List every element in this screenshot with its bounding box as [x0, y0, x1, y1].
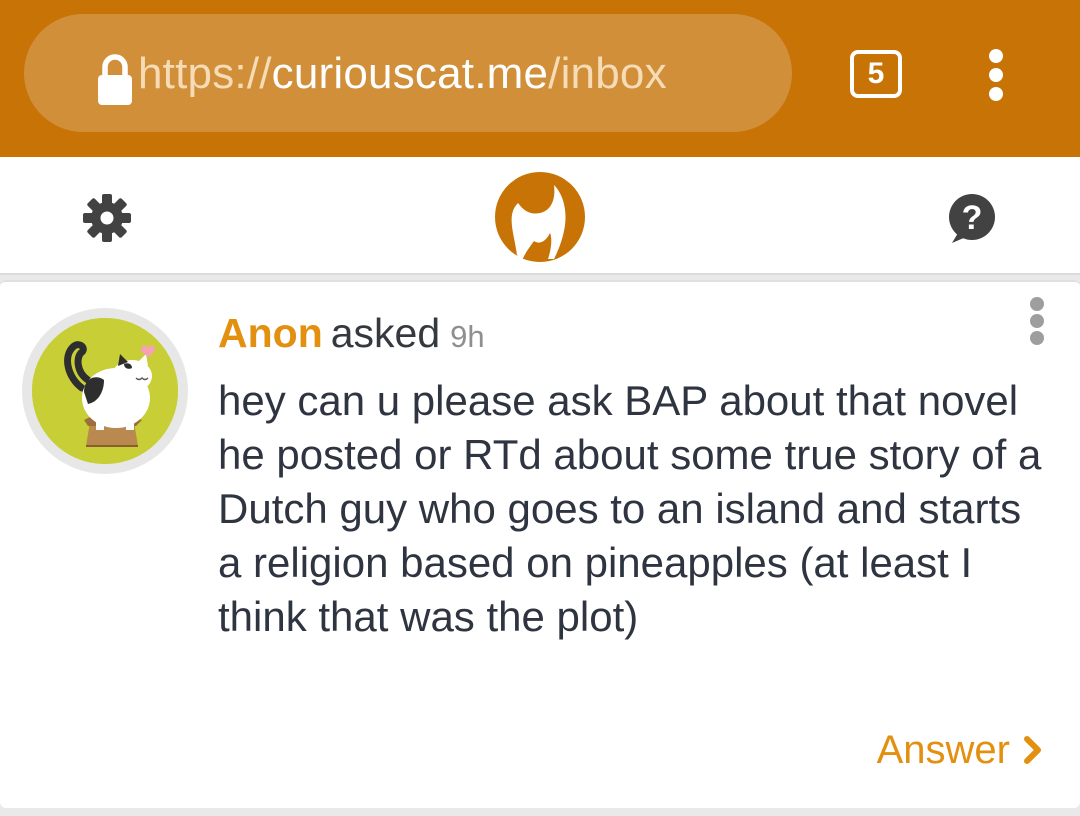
question-header: Anon asked 9h — [218, 310, 485, 357]
url-text[interactable]: https://curiouscat.me/inbox — [138, 46, 667, 102]
asker-name[interactable]: Anon — [218, 310, 323, 356]
url-path: /inbox — [548, 49, 667, 98]
chevron-right-icon — [1024, 736, 1041, 764]
svg-text:?: ? — [962, 199, 983, 237]
avatar-image — [32, 318, 178, 464]
question-text: hey can u please ask BAP about that nove… — [218, 377, 1042, 640]
more-options-icon[interactable] — [1026, 296, 1048, 346]
lock-icon — [98, 54, 132, 105]
gear-icon[interactable] — [82, 193, 132, 243]
tab-switcher-button[interactable]: 5 — [850, 50, 902, 98]
help-icon[interactable]: ? — [946, 193, 998, 243]
app-header: ? — [0, 157, 1080, 275]
answer-button[interactable]: Answer — [877, 726, 1044, 774]
avatar[interactable] — [22, 308, 188, 474]
timestamp: 9h — [450, 319, 485, 354]
url-host: curiouscat.me — [271, 49, 549, 98]
curiouscat-logo[interactable] — [494, 171, 586, 263]
question-card: Anon asked 9h hey can u please ask BAP abo… — [0, 280, 1080, 808]
cat-in-box-illustration — [32, 318, 178, 464]
overflow-menu-icon[interactable] — [978, 48, 1014, 102]
answer-label: Answer — [876, 728, 1010, 772]
url-scheme: https:// — [138, 49, 272, 98]
browser-toolbar: https://curiouscat.me/inbox 5 — [0, 0, 1080, 157]
asked-label: asked — [330, 310, 441, 356]
